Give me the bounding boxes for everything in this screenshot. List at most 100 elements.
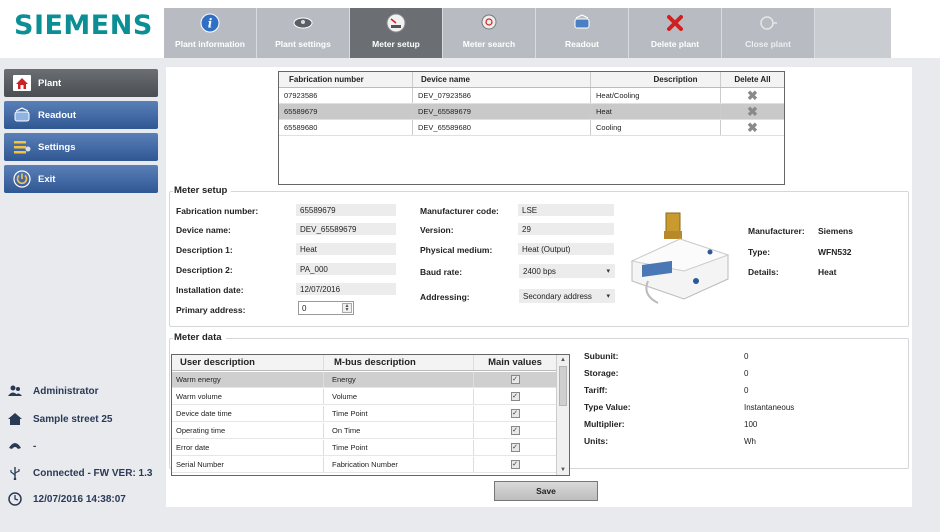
main-value-checkbox[interactable]: ✓ bbox=[510, 375, 520, 384]
table-row[interactable]: Warm volume Volume ✓ bbox=[172, 389, 556, 405]
addressing-select[interactable]: Secondary address ▾ bbox=[519, 289, 615, 303]
cell-user-description: Warm energy bbox=[172, 372, 324, 387]
tab-close-plant[interactable]: Close plant bbox=[722, 8, 815, 58]
main-value-cell: ✓ bbox=[474, 457, 556, 472]
delete-x-icon: ✖ bbox=[747, 120, 758, 135]
tab-plant-settings[interactable]: Plant settings bbox=[257, 8, 350, 58]
delete-row-button[interactable]: ✖ bbox=[721, 88, 784, 103]
subunit-value: 0 bbox=[744, 352, 749, 361]
sidebar-item-plant[interactable]: Plant bbox=[4, 69, 158, 97]
cell-fabrication-number: 07923586 bbox=[279, 88, 413, 103]
col-mbus-description[interactable]: M-bus description bbox=[324, 355, 474, 370]
sidebar-item-exit[interactable]: Exit bbox=[4, 165, 158, 193]
phone-number: - bbox=[33, 440, 37, 452]
col-device-name[interactable]: Device name bbox=[413, 72, 591, 87]
main-value-checkbox[interactable]: ✓ bbox=[510, 443, 520, 452]
storage-label: Storage: bbox=[584, 368, 619, 378]
sidebar-item-readout[interactable]: Readout bbox=[4, 101, 158, 129]
addressing-label: Addressing: bbox=[420, 292, 470, 302]
meter-gauge-icon bbox=[386, 13, 406, 33]
tariff-value: 0 bbox=[744, 386, 749, 395]
plant-address: Sample street 25 bbox=[33, 413, 113, 425]
col-description[interactable]: Description bbox=[591, 72, 721, 87]
delete-all-button[interactable]: Delete All bbox=[721, 72, 784, 87]
main-value-cell: ✓ bbox=[474, 389, 556, 404]
main-value-checkbox[interactable]: ✓ bbox=[510, 392, 520, 401]
cell-user-description: Operating time bbox=[172, 423, 324, 438]
users-icon bbox=[8, 384, 22, 398]
scroll-up-icon[interactable]: ▲ bbox=[557, 355, 569, 365]
main-value-cell: ✓ bbox=[474, 406, 556, 421]
main-value-cell: ✓ bbox=[474, 423, 556, 438]
main-value-cell: ✓ bbox=[474, 372, 556, 387]
description2-field[interactable]: PA_000 bbox=[296, 263, 396, 275]
settings-disc-icon bbox=[293, 17, 313, 29]
description1-field[interactable]: Heat bbox=[296, 243, 396, 255]
close-plug-icon bbox=[760, 16, 777, 30]
main-value-checkbox[interactable]: ✓ bbox=[510, 460, 520, 469]
tab-label: Delete plant bbox=[650, 39, 700, 49]
cell-mbus-description: On Time bbox=[324, 423, 474, 438]
version-label: Version: bbox=[420, 225, 454, 235]
stepper-arrows-icon[interactable]: ▴ ▾ bbox=[342, 303, 352, 313]
status-connection: Connected - FW VER: 1.3 bbox=[8, 466, 152, 480]
current-datetime: 12/07/2016 14:38:07 bbox=[33, 493, 126, 505]
save-button[interactable]: Save bbox=[494, 481, 598, 501]
type-value-value: Instantaneous bbox=[744, 403, 795, 412]
delete-row-button[interactable]: ✖ bbox=[721, 104, 784, 119]
device-name-field[interactable]: DEV_65589679 bbox=[296, 223, 396, 235]
content-area: Fabrication number Device name Descripti… bbox=[166, 67, 912, 507]
toolbar-filler bbox=[815, 8, 891, 58]
primary-address-label: Primary address: bbox=[176, 305, 246, 315]
table-row[interactable]: 65589679 DEV_65589679 Heat ✖ bbox=[279, 104, 784, 120]
chevron-down-icon: ▾ bbox=[606, 293, 610, 300]
table-row[interactable]: 65589680 DEV_65589680 Cooling ✖ bbox=[279, 120, 784, 136]
main-value-checkbox[interactable]: ✓ bbox=[510, 426, 520, 435]
sidebar-item-settings[interactable]: Settings bbox=[4, 133, 158, 161]
col-main-values[interactable]: Main values bbox=[474, 355, 556, 370]
tab-meter-setup[interactable]: Meter setup bbox=[350, 8, 443, 58]
primary-address-stepper[interactable]: 0 ▴ ▾ bbox=[298, 301, 354, 315]
scrollbar-thumb[interactable] bbox=[559, 366, 567, 406]
tab-label: Meter setup bbox=[372, 39, 420, 49]
details-label: Details: bbox=[748, 267, 779, 277]
tab-plant-information[interactable]: i Plant information bbox=[164, 8, 257, 58]
usb-icon bbox=[8, 466, 22, 480]
multiplier-label: Multiplier: bbox=[584, 419, 625, 429]
multiplier-value: 100 bbox=[744, 420, 758, 429]
description1-label: Description 1: bbox=[176, 245, 233, 255]
table-row[interactable]: Device date time Time Point ✓ bbox=[172, 406, 556, 422]
sidebar-item-label: Readout bbox=[38, 109, 76, 121]
type-value: WFN532 bbox=[818, 247, 852, 257]
col-user-description[interactable]: User description bbox=[172, 355, 324, 370]
cell-description: Heat bbox=[591, 104, 721, 119]
version-value: 29 bbox=[518, 223, 614, 235]
col-fabrication-number[interactable]: Fabrication number bbox=[279, 72, 413, 87]
table-row[interactable]: 07923586 DEV_07923586 Heat/Cooling ✖ bbox=[279, 88, 784, 104]
readout-icon bbox=[12, 106, 32, 124]
description2-label: Description 2: bbox=[176, 265, 233, 275]
vertical-scrollbar[interactable]: ▲ ▼ bbox=[556, 355, 569, 475]
tab-delete-plant[interactable]: Delete plant bbox=[629, 8, 722, 58]
meter-data-header: User description M-bus description Main … bbox=[172, 355, 556, 371]
tariff-label: Tariff: bbox=[584, 385, 608, 395]
meter-data-title: Meter data bbox=[173, 332, 226, 343]
connection-status: Connected - FW VER: 1.3 bbox=[33, 467, 153, 479]
readout-icon bbox=[574, 14, 590, 29]
cell-fabrication-number: 65589679 bbox=[279, 104, 413, 119]
delete-row-button[interactable]: ✖ bbox=[721, 120, 784, 135]
table-row[interactable]: Serial Number Fabrication Number ✓ bbox=[172, 457, 556, 473]
table-row[interactable]: Operating time On Time ✓ bbox=[172, 423, 556, 439]
toolbar-tabs: i Plant information Plant settings Meter… bbox=[164, 8, 891, 58]
table-row[interactable]: Warm energy Energy ✓ bbox=[172, 372, 556, 388]
installation-date-field[interactable]: 12/07/2016 bbox=[296, 283, 396, 295]
main-value-checkbox[interactable]: ✓ bbox=[510, 409, 520, 418]
primary-address-value: 0 bbox=[302, 303, 307, 313]
tab-meter-search[interactable]: Meter search bbox=[443, 8, 536, 58]
meter-data-grid: User description M-bus description Main … bbox=[171, 354, 570, 476]
scroll-down-icon[interactable]: ▼ bbox=[557, 465, 569, 475]
table-row[interactable]: Error date Time Point ✓ bbox=[172, 440, 556, 456]
baud-rate-select[interactable]: 2400 bps ▾ bbox=[519, 264, 615, 278]
tab-readout[interactable]: Readout bbox=[536, 8, 629, 58]
cell-mbus-description: Energy bbox=[324, 372, 474, 387]
